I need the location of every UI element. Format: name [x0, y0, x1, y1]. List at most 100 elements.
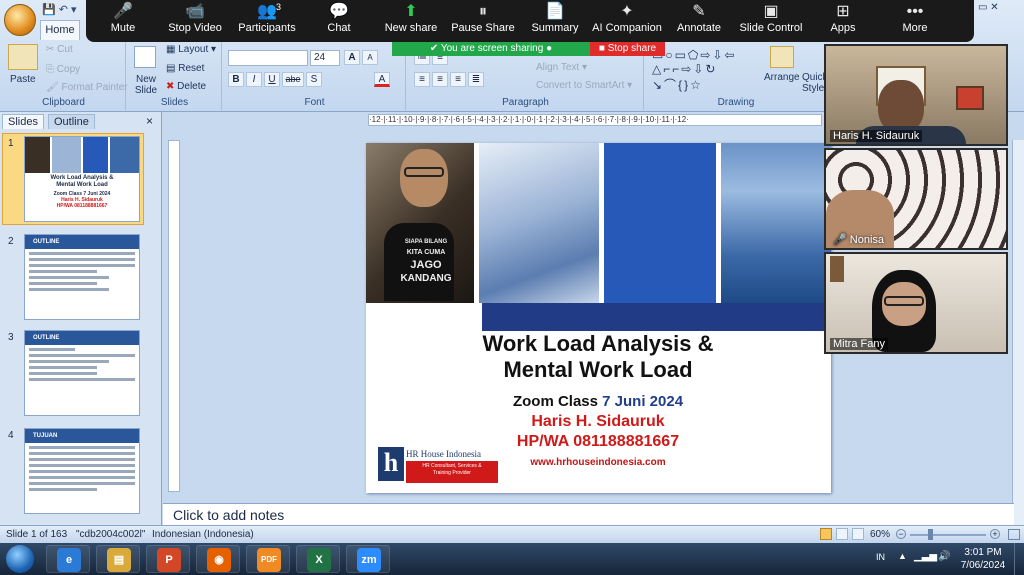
reset-label: Reset — [178, 63, 205, 74]
delete-icon: ✖ — [166, 81, 178, 92]
shrink-font-button[interactable]: A — [362, 50, 378, 65]
logo-name: HR House Indonesia — [406, 449, 481, 459]
logo-tagline: HR Consultant, Services & Training Provid… — [406, 461, 498, 483]
sorter-view-button[interactable] — [836, 528, 848, 540]
zoom-in-icon[interactable]: + — [990, 529, 1000, 539]
align-left-button[interactable]: ≡ — [414, 72, 430, 87]
font-color-button[interactable]: A — [374, 72, 390, 87]
justify-button[interactable]: ≣ — [468, 72, 484, 87]
italic-button[interactable]: I — [246, 72, 262, 87]
slide-thumbnail-2[interactable]: OUTLINE — [24, 234, 140, 320]
new-slide-button[interactable]: New Slide — [132, 74, 160, 96]
zoom-more-button[interactable]: ••• More — [872, 2, 958, 34]
slides-label: Slides — [160, 97, 189, 108]
input-language[interactable]: IN — [876, 552, 885, 562]
language-status[interactable]: Indonesian (Indonesia) — [152, 526, 254, 543]
bold-button[interactable]: B — [228, 72, 244, 87]
participant-tile-3[interactable]: Mitra Fany — [824, 252, 1008, 354]
font-size-field[interactable]: 24 — [310, 50, 340, 66]
copy-button[interactable]: ⎘ Copy — [46, 64, 80, 75]
internet-explorer-icon: e — [57, 548, 81, 572]
quick-access-toolbar[interactable]: 💾 ↶ ▾ — [42, 3, 77, 16]
layout-icon: ▦ — [166, 44, 179, 55]
zoom-slider-thumb[interactable] — [928, 529, 933, 540]
zoom-slider[interactable] — [910, 534, 986, 536]
logo-tagline-2: Training Provider — [433, 470, 471, 476]
more-label: More — [902, 22, 928, 34]
align-right-button[interactable]: ≡ — [450, 72, 466, 87]
paste-button[interactable]: Paste — [10, 74, 36, 85]
tab-slides[interactable]: Slides — [2, 114, 44, 129]
align-text-button[interactable]: Align Text ▾ — [536, 62, 587, 73]
vertical-scrollbar[interactable] — [1012, 140, 1024, 525]
font-name-field[interactable] — [228, 50, 308, 66]
network-icon[interactable]: ▁▃▅ — [914, 551, 937, 562]
keyboard-photo — [479, 143, 599, 303]
participants-label: Participants — [238, 22, 296, 34]
shadow-button[interactable]: S — [306, 72, 322, 87]
clock-time[interactable]: 3:01 PM — [960, 547, 1006, 558]
tab-outline[interactable]: Outline — [48, 114, 95, 129]
grow-font-button[interactable]: A — [344, 50, 360, 65]
taskbar-file-explorer-button[interactable]: ▤ — [96, 545, 140, 573]
slide-thumbnail-1[interactable]: Work Load Analysis & Mental Work Load Zoo… — [24, 136, 140, 222]
slide-thumbnail-3[interactable]: OUTLINE — [24, 330, 140, 416]
convert-smartart-button[interactable]: Convert to SmartArt ▾ — [536, 80, 632, 91]
shirt-text-1: SIAPA BILANG — [404, 239, 448, 245]
volume-icon[interactable]: 🔊 — [938, 551, 950, 562]
layout-button[interactable]: ▦ Layout ▾ — [166, 44, 216, 55]
taskbar-excel-button[interactable]: X — [296, 545, 340, 573]
sharing-text: You are screen sharing — [440, 43, 544, 54]
slide-thumbnail-4[interactable]: TUJUAN — [24, 428, 140, 514]
quick-styles-button[interactable]: Quick Styles — [802, 72, 826, 94]
zoom-out-icon[interactable]: − — [896, 529, 906, 539]
taskbar-internet-explorer-button[interactable]: e — [46, 545, 90, 573]
slideshow-view-button[interactable] — [852, 528, 864, 540]
current-slide[interactable]: SIAPA BILANG KITA CUMA JAGO KANDANG Work… — [366, 143, 831, 493]
thumb-photo — [52, 137, 81, 173]
delete-button[interactable]: ✖ Delete — [166, 81, 206, 92]
close-panel-icon[interactable]: × — [146, 114, 153, 128]
show-desktop-button[interactable] — [1014, 543, 1024, 575]
muted-mic-icon: 🎤 — [833, 234, 847, 246]
presenter-face — [400, 149, 448, 207]
thumb-line — [29, 348, 75, 351]
taskbar-powerpoint-button[interactable]: P — [146, 545, 190, 573]
theme-name: "cdb2004c002l" — [76, 529, 146, 540]
thumb-line — [29, 264, 135, 267]
strikethrough-button[interactable]: abe — [282, 72, 304, 87]
normal-view-button[interactable] — [820, 528, 832, 540]
title-bar — [482, 303, 831, 331]
tab-home[interactable]: Home — [40, 20, 80, 40]
window-controls[interactable]: ▭ ✕ — [978, 2, 1022, 13]
notes-pane[interactable]: Click to add notes — [163, 503, 1014, 525]
apps-label: Apps — [830, 22, 856, 34]
format-painter-button[interactable]: 🖌 Format Painter — [46, 82, 128, 93]
slides-panel: Slides Outline × 1 Work Load Analysis & M… — [0, 112, 162, 525]
clock-date[interactable]: 7/06/2024 — [956, 560, 1010, 571]
cut-button[interactable]: ✂ Cut — [46, 44, 73, 55]
underline-button[interactable]: U — [264, 72, 280, 87]
zoom-level[interactable]: 60% — [870, 526, 890, 543]
thumb-line — [29, 470, 135, 473]
participant-tile-2[interactable]: 🎤 Nonisa — [824, 148, 1008, 250]
arrange-button[interactable]: Arrange — [764, 72, 800, 83]
start-button[interactable] — [6, 545, 34, 573]
office-button[interactable] — [4, 4, 36, 36]
blue-block — [604, 143, 716, 303]
stop-share-button[interactable]: ■ Stop share — [590, 42, 665, 56]
thumb-line — [29, 366, 98, 369]
participant-name: Haris H. Sidauruk — [830, 130, 923, 142]
paragraph-label: Paragraph — [502, 97, 549, 108]
class-date: 7 Juni 2024 — [602, 393, 684, 410]
taskbar-pdf-button[interactable]: PDF — [246, 545, 290, 573]
reset-button[interactable]: ▤ Reset — [166, 63, 204, 74]
participant-tile-1[interactable]: Haris H. Sidauruk — [824, 44, 1008, 146]
tray-arrow-icon[interactable]: ▲ — [898, 551, 907, 561]
fit-to-window-icon[interactable] — [1008, 529, 1020, 540]
slide-control-label: Slide Control — [739, 22, 803, 34]
taskbar-zoom-button[interactable]: zm — [346, 545, 390, 573]
copy-label: Copy — [56, 64, 81, 75]
taskbar-firefox-button[interactable]: ◉ — [196, 545, 240, 573]
align-center-button[interactable]: ≡ — [432, 72, 448, 87]
